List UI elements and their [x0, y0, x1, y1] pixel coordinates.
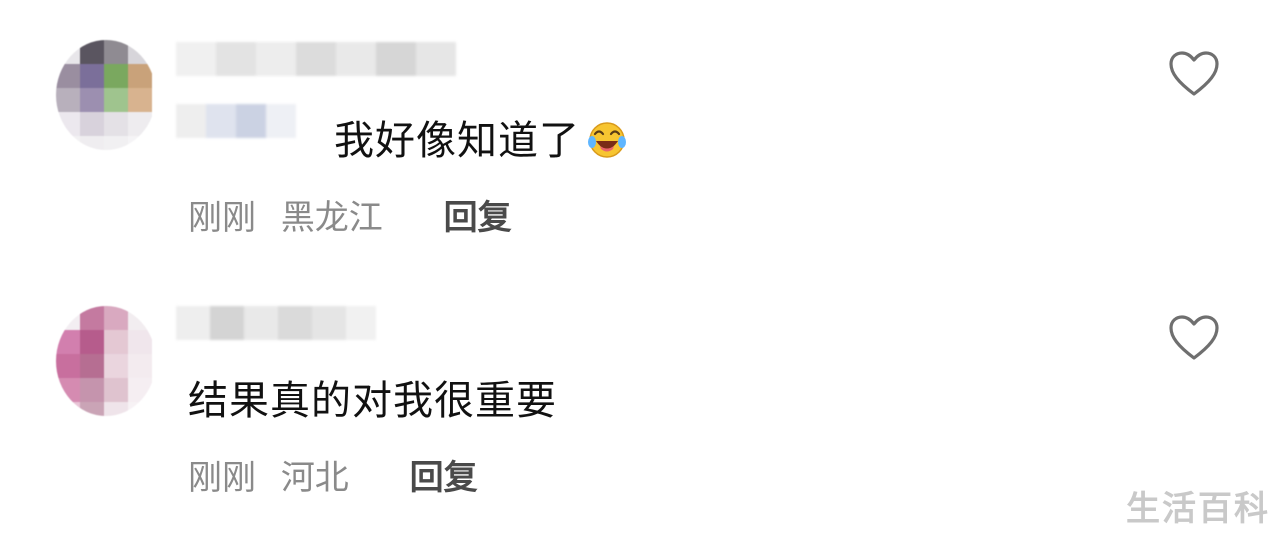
- comment-text-content: 我好像知道了: [334, 118, 580, 164]
- comment-time: 刚刚: [188, 198, 256, 238]
- reply-button[interactable]: 回复: [410, 450, 478, 499]
- comment-text: 结果真的对我很重要: [188, 368, 557, 426]
- watermark: 生活百科: [1126, 489, 1270, 529]
- heart-outline-icon[interactable]: [1168, 314, 1220, 362]
- comment-meta: 刚刚 黑龙江 回复: [188, 190, 512, 239]
- comment-time: 刚刚: [188, 458, 256, 498]
- avatar[interactable]: [56, 306, 156, 416]
- comment-location: 黑龙江: [280, 198, 383, 238]
- comment-meta: 刚刚 河北 回复: [188, 450, 478, 499]
- comment-text: 我好像知道了: [334, 108, 628, 166]
- heart-outline-icon[interactable]: [1168, 50, 1220, 98]
- reply-button[interactable]: 回复: [444, 190, 512, 239]
- avatar[interactable]: [56, 40, 156, 150]
- username-blurred[interactable]: [176, 42, 476, 76]
- comment-item: 结果真的对我很重要 刚刚 河北 回复: [0, 270, 1280, 530]
- username-sub-blurred: [176, 104, 306, 138]
- username-blurred[interactable]: [176, 306, 376, 340]
- laughing-tears-emoji: [588, 122, 626, 158]
- comment-location: 河北: [280, 458, 349, 498]
- comment-text-content: 结果真的对我很重要: [188, 378, 557, 424]
- comment-item: 我好像知道了 刚刚 黑龙江 回复: [0, 0, 1280, 260]
